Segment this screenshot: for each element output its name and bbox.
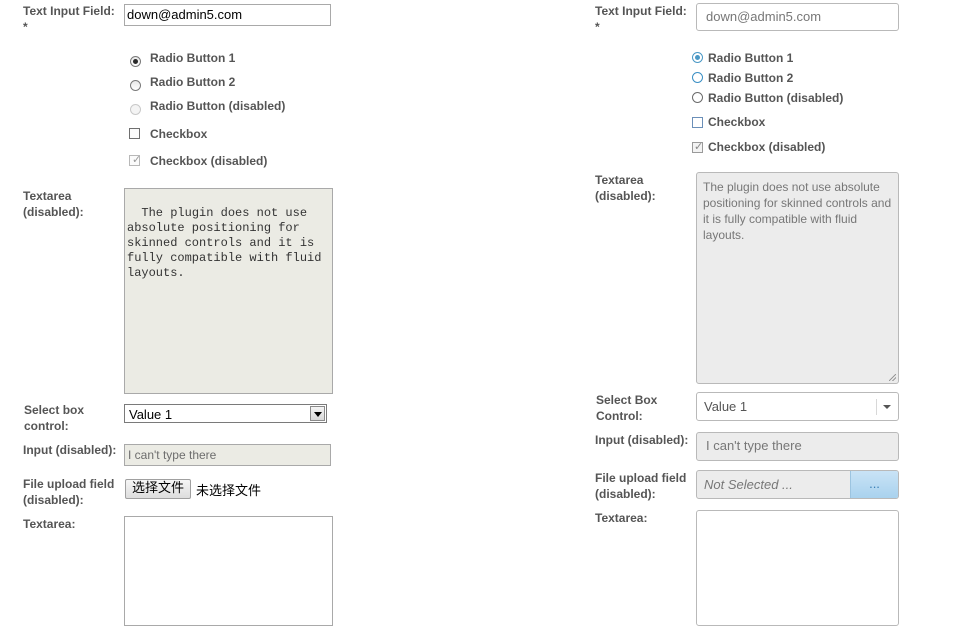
- right-file-upload-label: File upload field (disabled):: [595, 471, 687, 501]
- right-input-disabled-value: I can't type there: [706, 438, 802, 453]
- right-text-input-label: Text Input Field: *: [595, 4, 687, 34]
- left-radio-disabled-label: Radio Button (disabled): [150, 99, 286, 113]
- right-textarea-disabled-label: Textarea (disabled):: [595, 173, 656, 203]
- resize-grip-icon: [889, 374, 896, 381]
- left-text-input-label: Text Input Field: *: [23, 4, 115, 34]
- left-input-disabled: I can't type there: [124, 444, 331, 466]
- right-textarea-label: Textarea:: [595, 511, 648, 525]
- left-file-status: 未选择文件: [196, 484, 262, 499]
- right-textarea-disabled-value: The plugin does not use absolute positio…: [703, 180, 892, 242]
- right-file-browse-button: ...: [850, 471, 898, 498]
- left-input-disabled-value: I can't type there: [128, 448, 217, 462]
- right-radio-disabled: [692, 92, 703, 103]
- left-radio-1-label: Radio Button 1: [150, 51, 236, 65]
- chevron-down-icon[interactable]: [310, 406, 325, 421]
- left-textarea-disabled: The plugin does not use absolute positio…: [124, 188, 333, 394]
- left-file-choose-button[interactable]: 选择文件: [125, 479, 191, 499]
- left-file-upload-label: File upload field (disabled):: [23, 477, 115, 507]
- right-select-value: Value 1: [704, 399, 748, 414]
- left-textarea-disabled-label: Textarea (disabled):: [23, 189, 84, 219]
- select-divider: [876, 399, 877, 415]
- left-select-label: Select box control:: [24, 403, 85, 433]
- right-checkbox-disabled-label: Checkbox (disabled): [708, 140, 826, 154]
- left-input-disabled-label: Input (disabled):: [23, 443, 117, 457]
- right-text-input[interactable]: down@admin5.com: [696, 3, 899, 31]
- right-radio-1-label: Radio Button 1: [708, 51, 794, 65]
- right-radio-2-label: Radio Button 2: [708, 71, 794, 85]
- left-checkbox-label: Checkbox: [150, 127, 208, 141]
- right-checkbox-disabled: ✓: [692, 141, 704, 153]
- right-file-placeholder: Not Selected ...: [704, 477, 793, 492]
- check-icon: ✓: [694, 141, 704, 153]
- right-textarea-disabled: The plugin does not use absolute positio…: [696, 172, 899, 384]
- left-select-value: Value 1: [129, 407, 173, 422]
- right-radio-disabled-label: Radio Button (disabled): [708, 91, 844, 105]
- left-radio-2-label: Radio Button 2: [150, 75, 236, 89]
- right-input-disabled: I can't type there: [696, 432, 899, 461]
- left-checkbox-disabled: ✓: [129, 154, 142, 166]
- left-radio-1[interactable]: [130, 56, 141, 67]
- left-textarea-disabled-value: The plugin does not use absolute positio…: [127, 206, 329, 280]
- chevron-down-icon[interactable]: [883, 405, 891, 409]
- left-checkbox-disabled-label: Checkbox (disabled): [150, 154, 268, 168]
- left-radio-2[interactable]: [130, 80, 141, 91]
- right-select-label: Select Box Control:: [596, 393, 658, 423]
- check-icon: ✓: [132, 154, 142, 166]
- right-radio-1[interactable]: [692, 52, 703, 63]
- right-checkbox[interactable]: [692, 117, 703, 128]
- right-checkbox-label: Checkbox: [708, 115, 766, 129]
- left-select[interactable]: Value 1: [124, 404, 327, 423]
- right-radio-2[interactable]: [692, 72, 703, 83]
- left-text-input[interactable]: down@admin5.com: [124, 4, 331, 26]
- left-checkbox[interactable]: [129, 128, 140, 139]
- left-radio-disabled: [130, 104, 141, 115]
- right-file-upload: Not Selected ... ...: [696, 470, 899, 499]
- right-select[interactable]: Value 1: [696, 392, 899, 421]
- right-input-disabled-label: Input (disabled):: [595, 433, 689, 447]
- left-textarea-label: Textarea:: [23, 517, 76, 531]
- right-textarea[interactable]: [696, 510, 899, 626]
- left-text-input-value: down@admin5.com: [127, 7, 243, 22]
- right-text-input-value: down@admin5.com: [706, 9, 822, 24]
- left-textarea[interactable]: [124, 516, 333, 626]
